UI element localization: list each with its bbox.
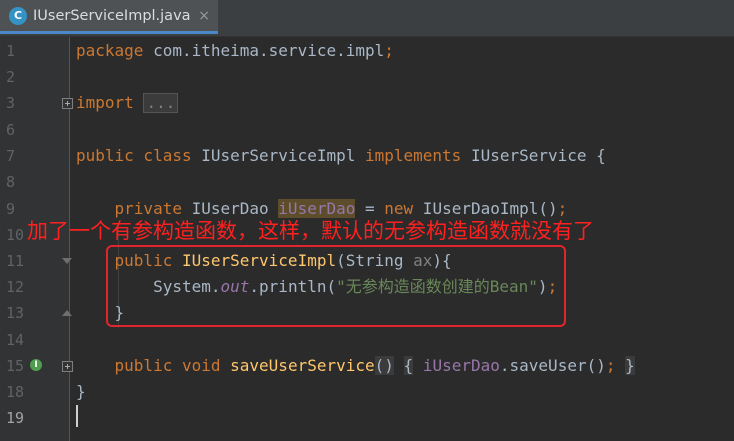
line-number: 13 xyxy=(6,304,25,322)
line-number: 1 xyxy=(6,42,16,60)
implements-method-icon[interactable]: I xyxy=(30,359,42,371)
fold-toggle-icon[interactable] xyxy=(62,258,72,264)
code-line-14[interactable]: 14 xyxy=(0,327,734,353)
line-number: 18 xyxy=(6,383,25,401)
line-number: 10 xyxy=(6,226,25,244)
line-number: 14 xyxy=(6,331,25,349)
code-line-7[interactable]: 7 public class IUserServiceImpl implemen… xyxy=(0,143,734,169)
code-text: public void saveUserService() { iUserDao… xyxy=(114,356,635,375)
line-number: 2 xyxy=(6,68,16,86)
editor-tab-bar: C IUserServiceImpl.java × xyxy=(0,0,734,37)
code-line-6[interactable]: 6 xyxy=(0,117,734,143)
line-number: 8 xyxy=(6,173,16,191)
tab-title: IUserServiceImpl.java xyxy=(33,7,191,24)
tab-iuserserviceimpl[interactable]: C IUserServiceImpl.java × xyxy=(0,0,218,34)
code-text: } xyxy=(76,382,86,401)
code-text: import ... xyxy=(76,90,179,116)
line-number: 11 xyxy=(6,252,25,270)
annotation-text: 加了一个有参构造函数，这样，默认的无参构造函数就没有了 xyxy=(27,219,594,243)
line-number: 15 xyxy=(6,357,25,375)
close-icon[interactable]: × xyxy=(198,8,210,24)
line-number: 6 xyxy=(6,121,16,139)
code-line-8[interactable]: 8 xyxy=(0,169,734,195)
code-line-2[interactable]: 2 xyxy=(0,64,734,90)
code-line-15[interactable]: 15 I public void saveUserService() { iUs… xyxy=(0,353,734,379)
expand-fold-icon[interactable] xyxy=(62,361,73,372)
annotation-highlight-box xyxy=(106,245,566,327)
code-line-18[interactable]: 18 } xyxy=(0,379,734,405)
expand-fold-icon[interactable] xyxy=(62,98,73,109)
code-text: package com.itheima.service.impl; xyxy=(76,41,394,60)
line-number: 3 xyxy=(6,94,16,112)
java-class-icon: C xyxy=(9,6,27,25)
line-number: 9 xyxy=(6,200,16,218)
code-line-1[interactable]: 1 package com.itheima.service.impl; xyxy=(0,38,734,64)
line-number: 12 xyxy=(6,278,25,296)
text-caret xyxy=(76,405,78,427)
folded-imports[interactable]: ... xyxy=(143,93,179,113)
code-line-19[interactable]: 19 xyxy=(0,405,734,431)
line-number: 7 xyxy=(6,147,16,165)
fold-end-icon[interactable] xyxy=(62,310,72,316)
line-number: 19 xyxy=(6,409,25,427)
code-text: public class IUserServiceImpl implements… xyxy=(76,146,606,165)
code-line-3[interactable]: 3 import ... xyxy=(0,90,734,116)
